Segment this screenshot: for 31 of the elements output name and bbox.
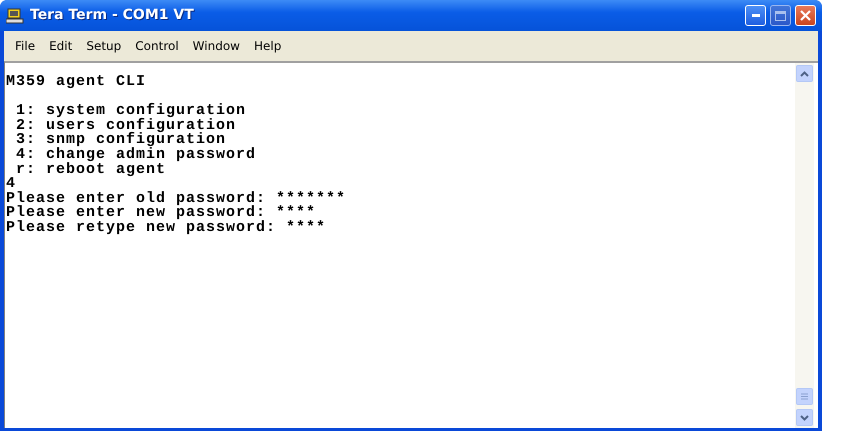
menu-item[interactable]: Help xyxy=(247,35,288,57)
terminal-line: Please retype new password: **** xyxy=(6,220,328,236)
menu-item[interactable]: File xyxy=(8,35,42,57)
terminal-line: Please enter old password: ******* xyxy=(6,192,348,206)
grip-icon xyxy=(801,393,808,400)
close-icon xyxy=(800,10,811,21)
terminal-line: 4 xyxy=(6,177,16,192)
caret-down-icon xyxy=(800,414,809,420)
minimize-icon xyxy=(752,14,760,17)
menu-item[interactable]: Window xyxy=(186,35,247,57)
menu-item[interactable]: Control xyxy=(128,35,186,57)
terminal-line: 2: users configuration xyxy=(15,118,236,134)
terminal-line: r: reboot agent xyxy=(15,162,168,178)
minimize-button[interactable] xyxy=(745,5,766,26)
menu-item[interactable]: Setup xyxy=(79,35,128,57)
terminal-line: 4: change admin password xyxy=(15,148,258,163)
window-title: Tera Term - COM1 VT xyxy=(30,6,194,25)
scroll-up-button[interactable] xyxy=(796,65,813,82)
terminal-line: Please enter new password: **** xyxy=(6,206,316,221)
terminal-line: M359 agent CLI xyxy=(6,75,148,90)
scroll-thumb[interactable] xyxy=(796,388,813,405)
terminal-icon xyxy=(6,8,24,24)
terminal-line: 3: snmp configuration xyxy=(15,133,226,148)
terminal-line: 1: system configuration xyxy=(15,104,248,119)
close-button[interactable] xyxy=(795,5,816,26)
maximize-icon xyxy=(775,10,786,20)
menu-item[interactable]: Edit xyxy=(42,35,80,57)
vertical-scrollbar[interactable] xyxy=(795,63,814,428)
scroll-down-button[interactable] xyxy=(796,409,813,426)
maximize-button[interactable] xyxy=(770,5,791,26)
caret-up-icon xyxy=(800,70,809,76)
